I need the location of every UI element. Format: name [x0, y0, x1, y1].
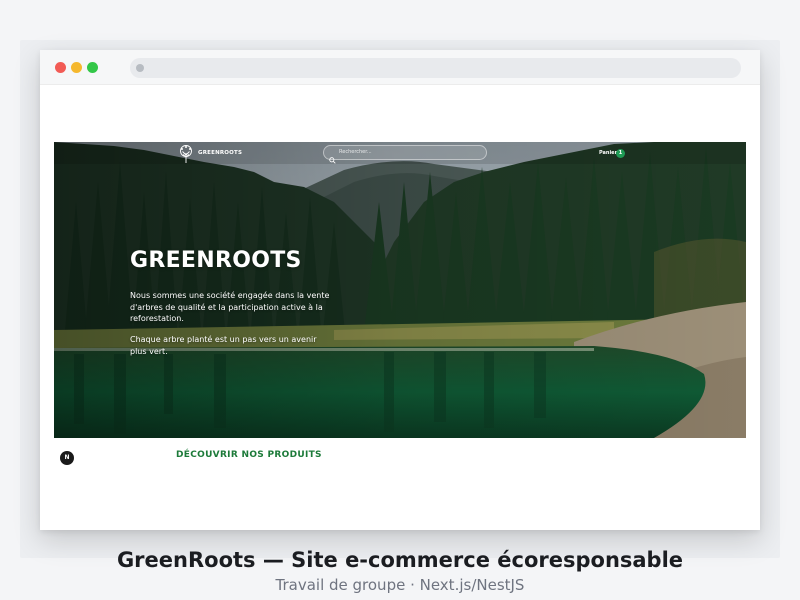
site-info-icon	[136, 64, 144, 72]
cart-count-badge: 1	[616, 149, 625, 158]
hero-title: GREENROOTS	[130, 248, 302, 273]
minimize-window-button[interactable]	[71, 62, 82, 73]
browser-toolbar	[40, 50, 760, 85]
search-placeholder: Rechercher...	[339, 149, 372, 155]
close-window-button[interactable]	[55, 62, 66, 73]
tree-icon[interactable]	[176, 144, 196, 164]
address-bar[interactable]	[130, 58, 741, 78]
discover-products-link[interactable]: DÉCOUVRIR NOS PRODUITS	[176, 450, 322, 460]
search-input[interactable]: Rechercher...	[323, 145, 487, 164]
browser-window: GREENROOTS Rechercher... Panier 1 GREENR…	[40, 50, 760, 530]
caption-title: GreenRoots — Site e-commerce écoresponsa…	[116, 548, 684, 572]
site-logo-text[interactable]: GREENROOTS	[198, 150, 242, 156]
caption-subtitle: Travail de groupe · Next.js/NestJS	[275, 576, 525, 594]
maximize-window-button[interactable]	[87, 62, 98, 73]
cart-link[interactable]: Panier	[599, 150, 617, 156]
hero-paragraph-mission: Nous sommes une société engagée dans la …	[130, 291, 330, 323]
framework-dev-badge[interactable]: N	[60, 451, 74, 465]
search-icon	[329, 149, 336, 164]
site-header: GREENROOTS Rechercher... Panier 1	[54, 142, 746, 164]
hero-banner: GREENROOTS Rechercher... Panier 1 GREENR…	[54, 142, 746, 438]
hero-paragraph-tagline: Chaque arbre planté est un pas vers un a…	[130, 335, 317, 356]
